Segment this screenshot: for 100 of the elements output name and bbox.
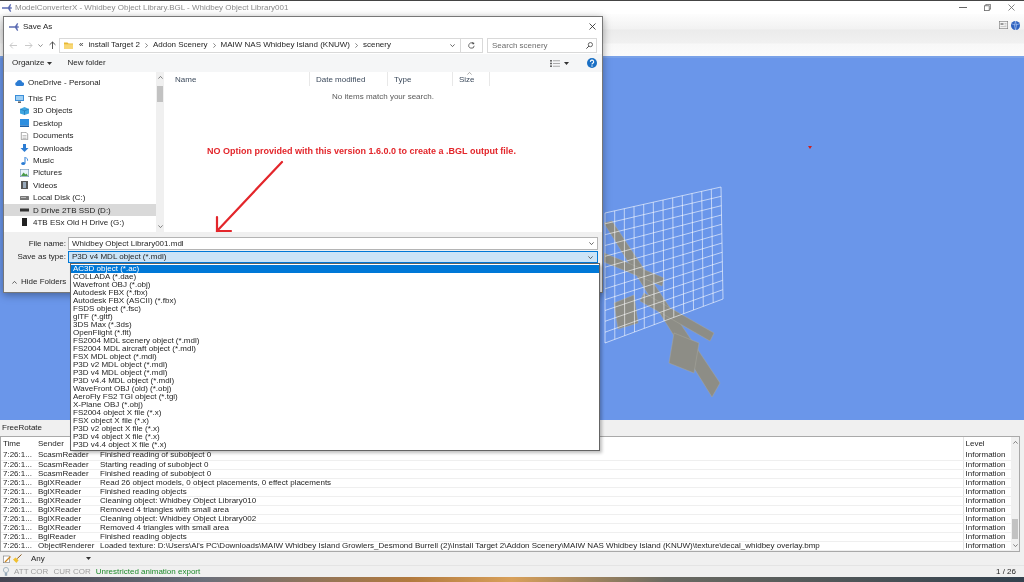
dropdown-option[interactable]: OpenFlight (*.flt) xyxy=(71,329,599,337)
picture-icon xyxy=(20,168,29,177)
dropdown-option[interactable]: FS2004 object X file (*.x) xyxy=(71,409,599,417)
nav-item[interactable]: 3D Objects xyxy=(4,104,156,118)
breadcrumb-item[interactable]: scenery xyxy=(362,40,391,50)
table-cell: Cleaning object: Whidbey Object Library002 xyxy=(98,514,963,524)
dropdown-option[interactable]: 3DS Max (*.3ds) xyxy=(71,321,599,329)
table-cell: Cleaning object: Whidbey Object Library010 xyxy=(98,496,963,506)
document-icon xyxy=(20,131,29,140)
chevron-right-icon[interactable] xyxy=(354,42,358,48)
down-arrow-icon xyxy=(20,144,29,153)
address-bar[interactable]: « install Target 2 Addon Scenery MAIW NAS Whidbey Island (KNUW) scenery xyxy=(59,37,461,53)
cloud-icon xyxy=(15,78,24,87)
dropdown-option[interactable]: WaveFront OBJ (old) (*.obj) xyxy=(71,385,599,393)
chevron-right-icon[interactable] xyxy=(212,42,216,48)
file-type-dropdown[interactable]: P3D v4 MDL object (*.mdl) xyxy=(68,251,598,263)
breadcrumb-item[interactable]: MAIW NAS Whidbey Island (KNUW) xyxy=(220,40,350,50)
dropdown-option[interactable]: FS2004 MDL aircraft object (*.mdl) xyxy=(71,345,599,353)
table-cell: BglXReader xyxy=(36,496,98,506)
nav-item[interactable]: Documents xyxy=(4,129,156,142)
scrollbar-thumb[interactable] xyxy=(1012,519,1018,539)
dropdown-option[interactable]: Autodesk FBX (ASCII) (*.fbx) xyxy=(71,297,599,305)
breadcrumb-item[interactable]: Addon Scenery xyxy=(152,40,208,50)
dropdown-option[interactable]: P3D v4 object X file (*.x) xyxy=(71,433,599,441)
search-icon[interactable] xyxy=(586,41,593,49)
column-header[interactable]: Name xyxy=(164,72,310,86)
field-label: Save as type: xyxy=(16,252,67,262)
search-field[interactable]: Search scenery xyxy=(487,37,597,53)
view-menu-button[interactable] xyxy=(550,59,569,67)
column-header[interactable]: Time xyxy=(1,437,36,451)
chevron-down-icon[interactable] xyxy=(450,43,455,47)
caret-icon xyxy=(86,557,91,560)
chevron-up-icon[interactable] xyxy=(157,76,163,79)
dropdown-option[interactable]: P3D v4 MDL object (*.mdl) xyxy=(71,369,599,377)
list-view-icon xyxy=(550,59,560,67)
dropdown-option[interactable]: P3D v4.4 object X file (*.x) xyxy=(71,441,599,449)
column-header[interactable]: Date modified xyxy=(310,72,388,86)
dropdown-option[interactable]: FSX object X file (*.x) xyxy=(71,417,599,425)
nav-item[interactable]: This PC xyxy=(4,92,156,105)
column-header[interactable]: Type xyxy=(388,72,453,86)
dropdown-option[interactable]: Wavefront OBJ (*.obj) xyxy=(71,281,599,289)
dropdown-option[interactable]: X-Plane OBJ (*.obj) xyxy=(71,401,599,409)
nav-item[interactable]: Local Disk (C:) xyxy=(4,191,156,204)
nav-item[interactable]: Downloads xyxy=(4,141,156,155)
dropdown-option[interactable]: AC3D object (*.ac) xyxy=(71,265,599,273)
nav-item[interactable]: Videos xyxy=(4,179,156,192)
dropdown-option[interactable]: COLLADA (*.dae) xyxy=(71,273,599,281)
dropdown-option[interactable]: FSX MDL object (*.mdl) xyxy=(71,353,599,361)
chevron-up-icon[interactable] xyxy=(1012,441,1018,444)
scrollbar[interactable] xyxy=(1011,437,1019,551)
nav-item[interactable]: Music xyxy=(4,154,156,167)
globe-icon[interactable] xyxy=(1011,21,1020,30)
breadcrumb-item[interactable]: install Target 2 xyxy=(88,40,140,50)
table-cell: BglXReader xyxy=(36,478,98,488)
menu-button[interactable]: Organize xyxy=(12,58,53,68)
table-cell: BglXReader xyxy=(36,487,98,497)
window-icon[interactable] xyxy=(999,21,1008,29)
table-cell: 7:26:1... xyxy=(1,451,36,461)
nav-item[interactable]: Pictures xyxy=(4,166,156,180)
music-note-icon xyxy=(20,156,29,165)
dropdown-option[interactable]: FS2004 MDL scenery object (*.mdl) xyxy=(71,337,599,345)
panel-title: FreeRotate xyxy=(2,423,43,433)
broom-icon[interactable] xyxy=(13,554,22,563)
up-arrow-icon[interactable] xyxy=(49,41,56,49)
close-icon[interactable] xyxy=(1008,4,1015,11)
scrollbar[interactable] xyxy=(156,72,164,232)
dropdown-option[interactable]: P3D v4.4 MDL object (*.mdl) xyxy=(71,377,599,385)
caret-icon[interactable] xyxy=(38,43,43,47)
scrollbar-thumb[interactable] xyxy=(157,86,163,102)
dropdown-option[interactable]: Autodesk FBX (*.fbx) xyxy=(71,289,599,297)
nav-item[interactable]: D Drive 2TB SSD (D:) xyxy=(4,203,156,217)
dropdown-option[interactable]: glTF (*.gltf) xyxy=(71,313,599,321)
notepad-icon[interactable] xyxy=(3,554,11,563)
chevron-right-icon[interactable] xyxy=(144,42,148,48)
help-icon[interactable] xyxy=(587,58,597,68)
level-filter-dropdown[interactable]: Any xyxy=(31,553,93,564)
path-overflow-button[interactable]: « xyxy=(79,40,84,50)
file-name-combobox[interactable]: Whidbey Object Library001.mdl xyxy=(68,237,598,250)
status-text: Unrestricted animation export xyxy=(95,566,201,577)
toolbar-button[interactable]: New folder xyxy=(67,58,106,68)
empty-state-message: No items match your search. xyxy=(331,92,435,102)
monitor-icon xyxy=(20,119,29,128)
table-cell: 7:26:1... xyxy=(1,469,36,479)
dropdown-option[interactable]: P3D v2 object X file (*.x) xyxy=(71,425,599,433)
restore-icon[interactable] xyxy=(984,4,991,11)
nav-item[interactable]: OneDrive - Personal xyxy=(4,76,156,89)
nav-item[interactable]: 4TB ESx Old H Drive (G:) xyxy=(4,216,156,229)
column-header[interactable]: Size xyxy=(453,72,490,86)
dropdown-option[interactable]: P3D v2 MDL object (*.mdl) xyxy=(71,361,599,369)
annotation-text: NO Option provided with this version 1.6.0.0 to create a .BGL output file. xyxy=(207,146,516,157)
hide-folders-button[interactable]: Hide Folders xyxy=(10,276,69,288)
computer-icon xyxy=(15,94,24,103)
close-icon[interactable] xyxy=(589,23,596,30)
chevron-down-icon[interactable] xyxy=(157,225,163,228)
nav-item[interactable]: Desktop xyxy=(4,117,156,130)
dropdown-option[interactable]: FSDS object (*.fsc) xyxy=(71,305,599,313)
chevron-down-icon[interactable] xyxy=(589,242,594,245)
refresh-button[interactable] xyxy=(461,37,483,53)
chevron-down-icon[interactable] xyxy=(1012,544,1018,547)
dropdown-option[interactable]: AeroFly FS2 TGI object (*.tgi) xyxy=(71,393,599,401)
